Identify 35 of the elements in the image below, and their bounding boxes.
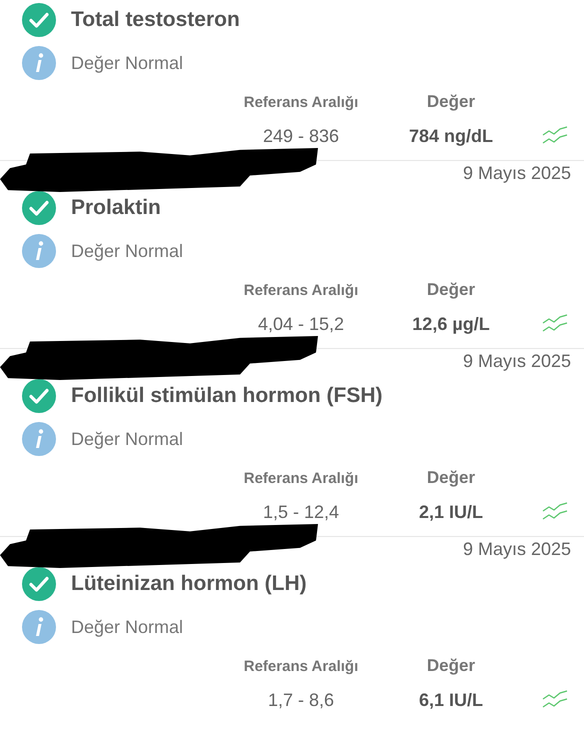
test-name: Prolaktin: [71, 196, 161, 220]
reference-range: 4,04 - 15,2: [258, 314, 344, 334]
status-note: Değer Normal: [71, 428, 184, 450]
column-header: Değer: [426, 92, 476, 112]
column-header: Değer: [426, 468, 476, 488]
trend-chart-icon[interactable]: [542, 314, 568, 334]
column-header: Değer: [426, 280, 476, 300]
trend-chart-icon[interactable]: [542, 126, 568, 146]
info-icon: [22, 422, 56, 456]
reference-range: 1,5 - 12,4: [262, 502, 340, 522]
result-value: 6,1 IU/L: [418, 690, 484, 710]
result-value: 12,6 µg/L: [412, 314, 490, 334]
trend-chart-icon[interactable]: [542, 690, 568, 710]
column-header: Referans Aralığı: [244, 470, 358, 486]
column-header: Referans Aralığı: [244, 94, 358, 110]
test-name: Lüteinizan hormon (LH): [71, 572, 307, 596]
test-name: Follikül stimülan hormon (FSH): [71, 384, 382, 408]
status-note: Değer Normal: [71, 240, 184, 262]
result-value: 2,1 IU/L: [418, 502, 484, 522]
column-header: Referans Aralığı: [244, 658, 358, 674]
column-header: Referans Aralığı: [244, 282, 358, 298]
status-note: Değer Normal: [71, 616, 184, 638]
date-label: 9 Mayıs 2025: [462, 538, 571, 560]
reference-range: 1,7 - 8,6: [268, 690, 334, 710]
info-icon: [22, 234, 56, 268]
date-label: 9 Mayıs 2025: [462, 350, 571, 372]
info-icon: [22, 610, 56, 644]
info-icon: [22, 46, 56, 80]
status-note: Değer Normal: [71, 52, 184, 74]
result-value: 784 ng/dL: [408, 126, 493, 146]
column-header: Değer: [426, 656, 476, 676]
test-name: Total testosteron: [71, 8, 240, 32]
trend-chart-icon[interactable]: [542, 502, 568, 522]
reference-range: 249 - 836: [262, 126, 340, 146]
date-label: 9 Mayıs 2025: [462, 162, 571, 184]
